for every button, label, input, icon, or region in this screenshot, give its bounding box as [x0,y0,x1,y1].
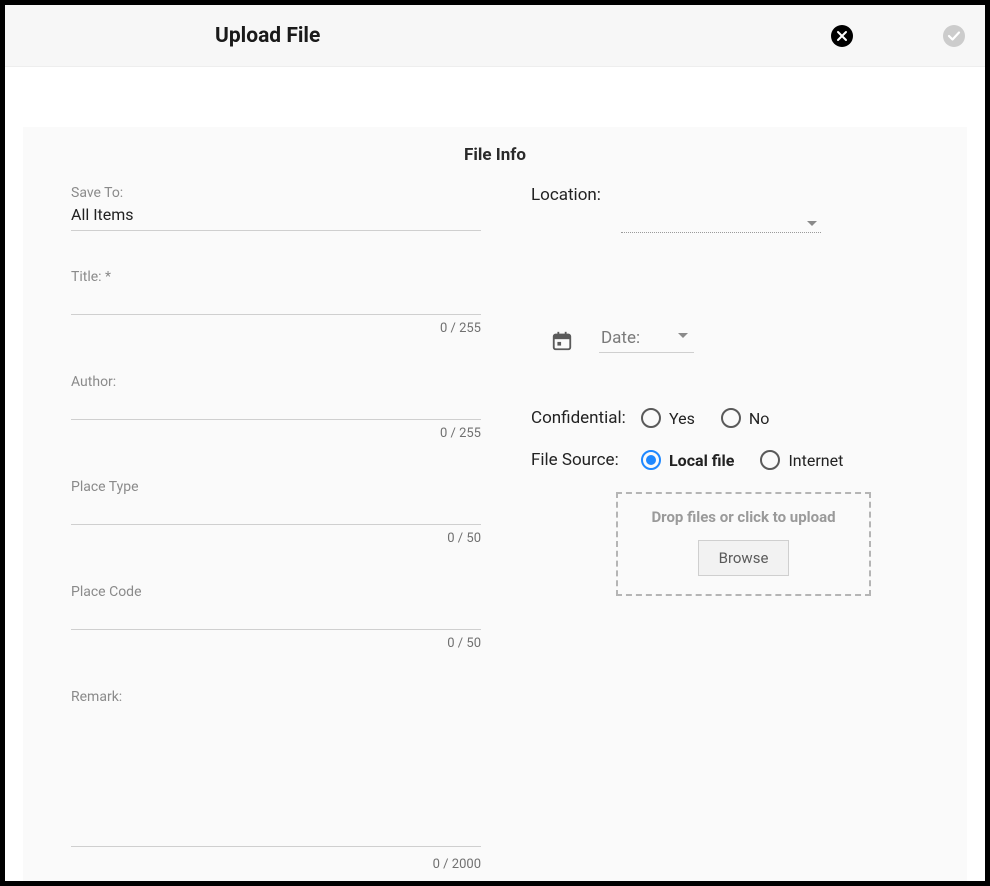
confidential-yes-text: Yes [669,409,695,428]
chevron-down-icon [678,333,688,338]
chevron-down-icon [807,221,817,226]
place-type-field: Place Type 0 / 50 [71,479,481,546]
date-select[interactable]: Date: [599,328,694,353]
file-dropzone[interactable]: Drop files or click to upload Browse [616,492,871,596]
file-source-internet-text: Internet [788,451,843,470]
date-field: Date: [551,328,919,353]
remark-field: Remark: 0 / 2000 [71,689,481,872]
place-type-input[interactable] [71,497,481,525]
location-field: Location: [531,185,919,233]
place-code-counter: 0 / 50 [71,636,481,651]
confidential-no-text: No [749,409,770,428]
title-input[interactable] [71,287,481,315]
confidential-row: Confidential: Yes No [531,408,919,428]
file-info-panel: File Info Save To: All Items Title: * 0 … [23,127,967,881]
panel-title: File Info [23,145,967,165]
author-field: Author: 0 / 255 [71,374,481,441]
save-to-field: Save To: All Items [71,185,481,231]
author-label: Author: [71,374,481,390]
location-select[interactable] [621,211,821,233]
place-type-label: Place Type [71,479,481,495]
save-to-label: Save To: [71,185,481,201]
dropzone-text: Drop files or click to upload [628,508,859,526]
remark-counter: 0 / 2000 [71,857,481,872]
place-code-input[interactable] [71,602,481,630]
confidential-no-radio[interactable]: No [721,408,770,428]
title-counter: 0 / 255 [71,321,481,336]
place-type-counter: 0 / 50 [71,531,481,546]
browse-button[interactable]: Browse [698,540,790,576]
dialog-header: Upload File [5,5,985,67]
date-label: Date: [601,328,640,348]
confidential-label: Confidential: [531,408,631,428]
file-source-internet-radio[interactable]: Internet [760,450,843,470]
title-field: Title: * 0 / 255 [71,269,481,336]
file-source-label: File Source: [531,450,631,470]
author-counter: 0 / 255 [71,426,481,441]
save-to-value[interactable]: All Items [71,203,481,231]
file-source-local-text: Local file [669,451,734,470]
author-input[interactable] [71,392,481,420]
place-code-label: Place Code [71,584,481,600]
remark-label: Remark: [71,689,481,705]
place-code-field: Place Code 0 / 50 [71,584,481,651]
dialog-title: Upload File [215,24,320,48]
file-source-local-radio[interactable]: Local file [641,450,734,470]
close-button[interactable] [831,25,853,47]
close-icon [836,30,848,42]
check-icon [947,29,961,43]
confirm-button[interactable] [943,25,965,47]
title-label: Title: * [71,269,481,285]
calendar-icon [551,330,573,352]
remark-textarea[interactable] [71,707,481,847]
location-label: Location: [531,185,919,205]
file-source-row: File Source: Local file Internet [531,450,919,470]
confidential-yes-radio[interactable]: Yes [641,408,695,428]
